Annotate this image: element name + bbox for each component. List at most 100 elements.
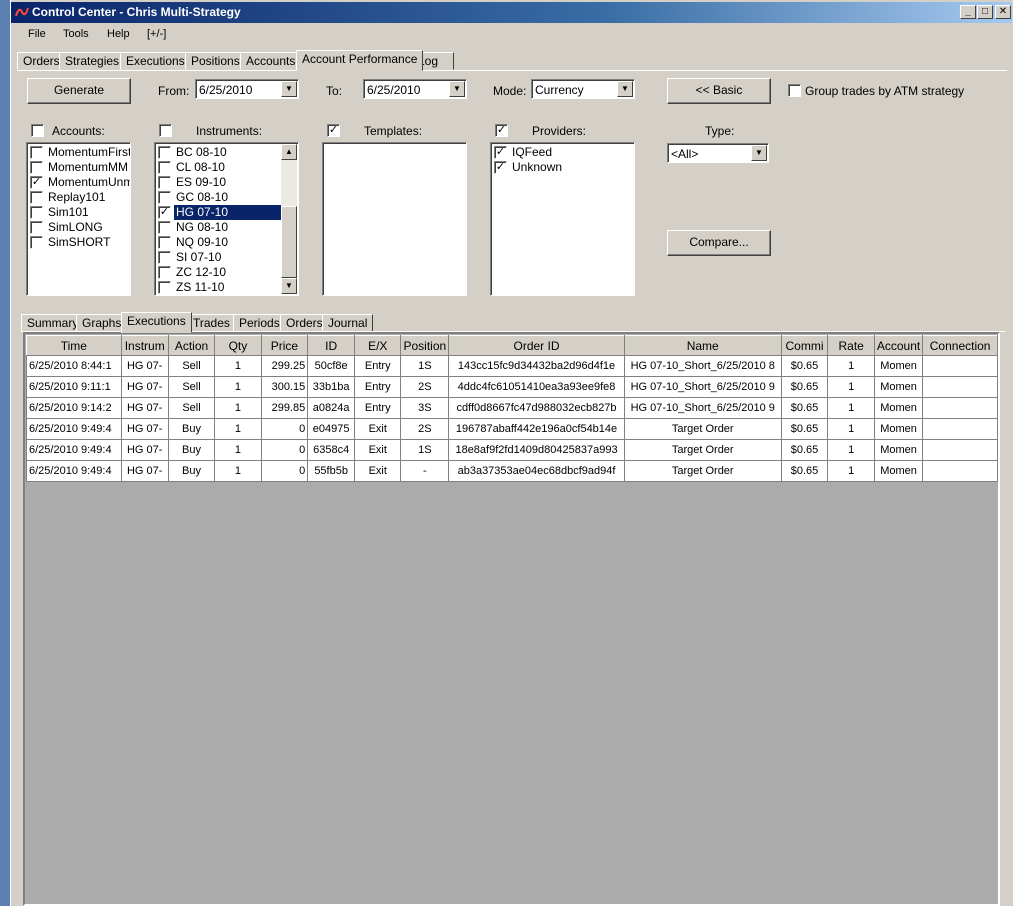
table-row[interactable]: 6/25/2010 9:49:4 HG 07- Buy 1 0 55fb5b Exit - ab… [26, 460, 998, 482]
account-checkbox[interactable] [30, 191, 43, 204]
type-select[interactable]: <All> ▼ [667, 143, 769, 163]
cell-rate: 1 [827, 439, 875, 461]
column-header-qty[interactable]: Qty [214, 335, 262, 356]
column-header-action[interactable]: Action [167, 335, 216, 356]
account-checkbox[interactable]: ✓ [30, 176, 43, 189]
tab-account-performance[interactable]: Account Performance [296, 50, 424, 71]
instrument-checkbox[interactable] [158, 236, 171, 249]
account-checkbox[interactable] [30, 236, 43, 249]
templates-list[interactable] [322, 142, 467, 296]
account-checkbox[interactable] [30, 206, 43, 219]
column-header-account[interactable]: Account [873, 335, 924, 356]
tab-periods[interactable]: Periods [233, 314, 286, 332]
column-header-entry-exit[interactable]: E/X [354, 335, 402, 356]
cell-id: 33b1ba [307, 376, 356, 398]
instrument-checkbox[interactable] [158, 281, 171, 294]
tab-positions[interactable]: Positions [185, 52, 246, 70]
menu-tools[interactable]: Tools [63, 28, 89, 40]
cell-qty: 1 [214, 439, 262, 461]
chevron-down-icon[interactable]: ▼ [281, 81, 297, 97]
tab-journal[interactable]: Journal [322, 314, 374, 332]
instrument-name: SI 07-10 [176, 250, 222, 264]
cell-id: a0824a [307, 397, 356, 419]
cell-order-id: ab3a37353ae04ec68dbcf9ad94f [448, 460, 625, 482]
cell-connection [922, 376, 998, 398]
menu-file[interactable]: File [28, 28, 46, 40]
instrument-checkbox[interactable] [158, 176, 171, 189]
tab-graphs[interactable]: Graphs [76, 314, 128, 332]
accounts-all-checkbox[interactable] [31, 124, 44, 137]
to-date-value: 6/25/2010 [367, 83, 421, 97]
scroll-thumb[interactable] [281, 206, 297, 278]
cell-time: 6/25/2010 9:49:4 [26, 439, 122, 461]
column-header-time[interactable]: Time [26, 335, 122, 356]
column-header-price[interactable]: Price [260, 335, 309, 356]
group-trades-checkbox[interactable] [788, 84, 801, 97]
column-header-rate[interactable]: Rate [827, 335, 875, 356]
providers-all-checkbox[interactable]: ✓ [495, 124, 508, 137]
to-date-picker[interactable]: 6/25/2010 ▼ [363, 79, 467, 99]
column-header-instrument[interactable]: Instrum [120, 335, 169, 356]
column-header-commission[interactable]: Commi [780, 335, 829, 356]
templates-all-checkbox[interactable]: ✓ [327, 124, 340, 137]
grid-body: 6/25/2010 8:44:1 HG 07- Sell 1 299.25 50cf8e E… [26, 355, 998, 482]
table-row[interactable]: 6/25/2010 9:14:2 HG 07- Sell 1 299.85 a0824a E… [26, 397, 998, 419]
accounts-list[interactable]: MomentumFirst MomentumMM ✓MomentumUnmar … [26, 142, 131, 296]
instruments-scrollbar[interactable]: ▲ ▼ [281, 144, 297, 294]
instrument-checkbox[interactable]: ✓ [158, 206, 171, 219]
basic-button[interactable]: << Basic [667, 78, 771, 104]
cell-instrument: HG 07- [120, 355, 169, 377]
menu-toggle[interactable]: [+/-] [147, 28, 166, 40]
provider-checkbox[interactable]: ✓ [494, 161, 507, 174]
cell-price: 0 [260, 460, 309, 482]
scroll-down-icon[interactable]: ▼ [281, 278, 297, 294]
instrument-checkbox[interactable] [158, 266, 171, 279]
account-checkbox[interactable] [30, 146, 43, 159]
tab-accounts[interactable]: Accounts [240, 52, 302, 70]
list-item-selected[interactable]: ✓ HG 07-10 [158, 205, 281, 220]
table-row[interactable]: 6/25/2010 9:49:4 HG 07- Buy 1 0 e04975 Exit 2S 1… [26, 418, 998, 440]
instruments-all-checkbox[interactable] [159, 124, 172, 137]
cell-price: 0 [260, 418, 309, 440]
instrument-checkbox[interactable] [158, 161, 171, 174]
close-button[interactable]: ✕ [995, 5, 1011, 19]
instruments-list[interactable]: BC 08-10 CL 08-10 ES 09-10 GC 08-10 ✓ HG … [154, 142, 299, 296]
column-header-name[interactable]: Name [623, 335, 782, 356]
tab-trades[interactable]: Trades [187, 314, 236, 332]
account-checkbox[interactable] [30, 221, 43, 234]
table-row[interactable]: 6/25/2010 8:44:1 HG 07- Sell 1 299.25 50cf8e E… [26, 355, 998, 377]
account-checkbox[interactable] [30, 161, 43, 174]
mode-select[interactable]: Currency ▼ [531, 79, 635, 99]
column-header-order-id[interactable]: Order ID [448, 335, 625, 356]
from-date-picker[interactable]: 6/25/2010 ▼ [195, 79, 299, 99]
tab-executions-report[interactable]: Executions [121, 312, 192, 333]
menu-help[interactable]: Help [107, 28, 130, 40]
cell-action: Buy [167, 418, 216, 440]
scroll-up-icon[interactable]: ▲ [281, 144, 297, 160]
column-header-id[interactable]: ID [307, 335, 356, 356]
minimize-button[interactable]: _ [960, 5, 976, 19]
table-row[interactable]: 6/25/2010 9:11:1 HG 07- Sell 1 300.15 33b1ba E… [26, 376, 998, 398]
provider-checkbox[interactable]: ✓ [494, 146, 507, 159]
chevron-down-icon[interactable]: ▼ [751, 145, 767, 161]
instrument-checkbox[interactable] [158, 251, 171, 264]
generate-button[interactable]: Generate [27, 78, 131, 104]
maximize-button[interactable]: □ [977, 5, 993, 19]
column-header-position[interactable]: Position [400, 335, 450, 356]
instrument-checkbox[interactable] [158, 146, 171, 159]
executions-grid[interactable]: Time Instrum Action Qty Price ID E/X Pos… [23, 332, 1000, 906]
tab-strategies[interactable]: Strategies [59, 52, 126, 70]
tab-executions[interactable]: Executions [120, 52, 191, 70]
title-bar[interactable]: Control Center - Chris Multi-Strategy _ … [11, 2, 1012, 23]
cell-position: 2S [400, 418, 450, 440]
instrument-checkbox[interactable] [158, 191, 171, 204]
cell-instrument: HG 07- [120, 460, 169, 482]
chevron-down-icon[interactable]: ▼ [449, 81, 465, 97]
tab-summary[interactable]: Summary [21, 314, 85, 332]
chevron-down-icon[interactable]: ▼ [617, 81, 633, 97]
column-header-connection[interactable]: Connection [922, 335, 998, 356]
instrument-checkbox[interactable] [158, 221, 171, 234]
table-row[interactable]: 6/25/2010 9:49:4 HG 07- Buy 1 0 6358c4 Exit 1S 1… [26, 439, 998, 461]
compare-button[interactable]: Compare... [667, 230, 771, 256]
providers-list[interactable]: ✓ IQFeed ✓ Unknown [490, 142, 635, 296]
